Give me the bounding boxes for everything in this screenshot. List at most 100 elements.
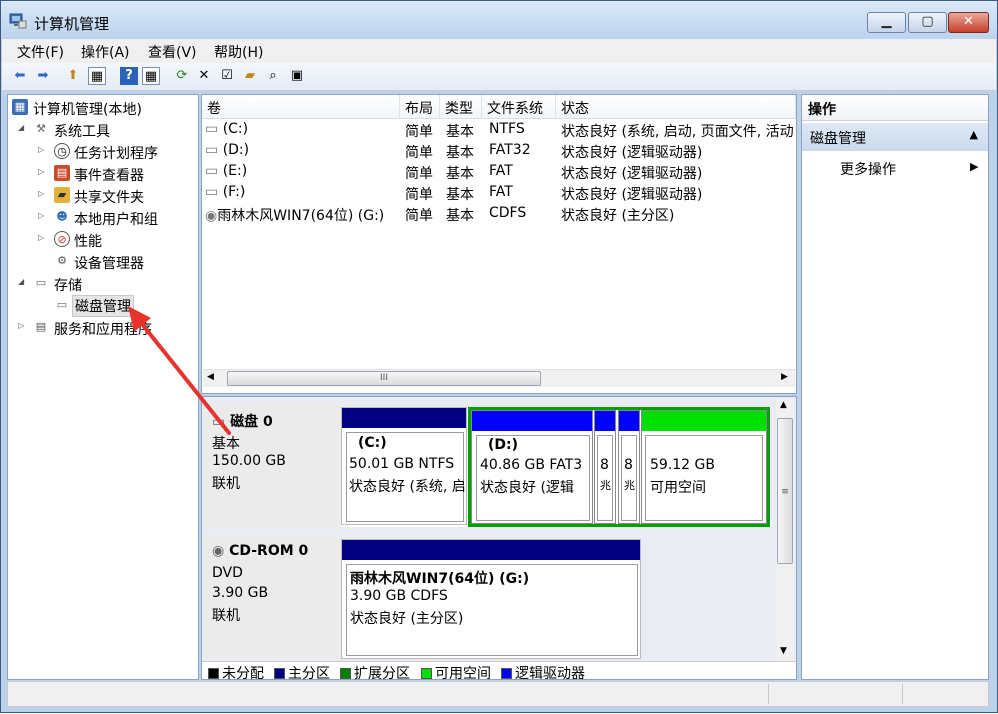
back-icon[interactable]: ⬅ (11, 67, 29, 85)
maximize-button[interactable]: ▢ (908, 12, 947, 33)
actions-section-disk-management[interactable]: 磁盘管理 ▲ (802, 123, 988, 151)
fs-cell: FAT (489, 163, 513, 179)
up-folder-icon[interactable]: ⬆ (64, 67, 82, 85)
tools-icon: ⚒ (36, 122, 46, 135)
expand-arrow-icon[interactable]: ◢ (18, 277, 28, 286)
cdrom0-name: CD-ROM 0 (229, 543, 309, 559)
disk-tool-icon[interactable]: ▣ (288, 67, 306, 85)
more-actions[interactable]: 更多操作 (840, 159, 896, 179)
menu-action[interactable]: 操作(A) (81, 42, 130, 62)
legend-logical: 逻辑驱动器 (501, 663, 585, 683)
collapse-arrow-icon[interactable]: ▷ (38, 167, 48, 176)
legend-label: 未分配 (222, 666, 264, 682)
cdrom0-title: ◉ CD-ROM 0 (212, 543, 308, 559)
status-cell: 状态良好 (主分区) (561, 208, 675, 224)
vertical-scrollbar[interactable]: ▲ ≡ ▼ (776, 398, 794, 660)
disk0-state: 联机 (212, 476, 240, 492)
volume-cell: ▭ (C:) (205, 121, 400, 137)
scroll-thumb[interactable]: ≡ (777, 418, 793, 564)
table-row[interactable]: ▭ (E:) 简单 基本 FAT 状态良好 (逻辑驱动器) (202, 162, 796, 183)
column-header-filesystem[interactable]: 文件系统 (482, 95, 556, 119)
legend-label: 主分区 (288, 666, 330, 682)
layout-cell: 简单 (405, 145, 433, 161)
type-cell: 基本 (446, 124, 474, 140)
table-row[interactable]: ◉雨林木风WIN7(64位) (G:) 简单 基本 CDFS 状态良好 (主分区… (202, 204, 796, 225)
extended-partition: (D:) 40.86 GB FAT3 状态良好 (逻辑 8 兆 8 兆 59.1… (468, 407, 770, 527)
partition-label: (C:) (358, 435, 387, 451)
menu-view[interactable]: 查看(V) (148, 42, 197, 62)
tree-label: 存储 (54, 278, 82, 294)
show-hide-action-pane-icon[interactable]: ▦ (142, 67, 160, 85)
partition-c[interactable]: (C:) 50.01 GB NTFS 状态良好 (系统, 启 (341, 407, 467, 525)
menu-help[interactable]: 帮助(H) (214, 42, 263, 62)
tree-label: 本地用户和组 (74, 212, 158, 228)
partition-size: 8 (600, 457, 609, 473)
maximize-icon: ▢ (921, 14, 934, 29)
close-icon: ✕ (963, 14, 974, 29)
expand-arrow-icon[interactable]: ◢ (18, 123, 28, 132)
partition-d[interactable]: (D:) 40.86 GB FAT3 状态良好 (逻辑 (471, 410, 593, 524)
legend-label: 扩展分区 (354, 666, 410, 682)
horizontal-scrollbar[interactable]: ◀ III ▶ (203, 369, 795, 387)
more-actions-label: 更多操作 (840, 162, 896, 178)
table-row[interactable]: ▭ (D:) 简单 基本 FAT32 状态良好 (逻辑驱动器) (202, 141, 796, 162)
open-folder-icon[interactable]: ▰ (241, 67, 259, 85)
collapse-arrow-icon[interactable]: ▷ (38, 233, 48, 242)
shared-folder-icon: ▰ (54, 187, 70, 203)
volume-name: (D:) (222, 142, 250, 158)
partition-f[interactable]: 8 兆 (618, 410, 640, 524)
minimize-button[interactable]: ▁ (867, 12, 906, 33)
properties-icon[interactable]: ☑ (218, 67, 236, 85)
menu-bar: 文件(F) 操作(A) 查看(V) 帮助(H) (2, 39, 996, 63)
column-header-volume[interactable]: 卷 (202, 95, 400, 119)
storage-icon: ▭ (35, 276, 47, 289)
disk0-partitions: (C:) 50.01 GB NTFS 状态良好 (系统, 启 (D:) 40.8… (341, 407, 771, 527)
scroll-down-icon[interactable]: ▼ (780, 646, 787, 656)
close-button[interactable]: ✕ (948, 12, 989, 33)
scroll-up-icon[interactable]: ▲ (780, 400, 787, 410)
legend-primary: 主分区 (274, 663, 330, 683)
title-bar[interactable]: 计算机管理 ▁ ▢ ✕ (1, 1, 997, 39)
scroll-left-icon[interactable]: ◀ (207, 372, 214, 382)
volume-name: (C:) (222, 121, 249, 137)
free-space[interactable]: 59.12 GB 可用空间 (641, 410, 767, 524)
column-header-layout[interactable]: 布局 (400, 95, 440, 119)
volume-name: (E:) (222, 163, 248, 179)
partition-size: 8 (624, 457, 633, 473)
partition-status: 兆 (624, 479, 635, 492)
collapse-up-icon[interactable]: ▲ (970, 128, 978, 141)
help-icon[interactable]: ? (120, 67, 138, 85)
type-cell: 基本 (446, 187, 474, 203)
column-header-type[interactable]: 类型 (440, 95, 482, 119)
scroll-right-icon[interactable]: ▶ (781, 372, 788, 382)
partition-size: 50.01 GB NTFS (349, 456, 455, 472)
cdrom0-state: 联机 (212, 608, 240, 624)
primary-partition-bar (342, 540, 640, 560)
partition-g[interactable]: 雨林木风WIN7(64位) (G:) 3.90 GB CDFS 状态良好 (主分… (341, 539, 641, 659)
disk0-info[interactable]: ▭ 磁盘 0 基本 150.00 GB 联机 (202, 403, 341, 527)
scroll-thumb[interactable]: III (227, 371, 541, 386)
legend-label: 逻辑驱动器 (515, 666, 585, 682)
collapse-arrow-icon[interactable]: ▷ (38, 189, 48, 198)
search-icon[interactable]: ⌕ (264, 67, 282, 85)
table-row[interactable]: ▭ (F:) 简单 基本 FAT 状态良好 (逻辑驱动器) (202, 183, 796, 204)
collapse-arrow-icon[interactable]: ▷ (38, 145, 48, 154)
partition-e[interactable]: 8 兆 (594, 410, 616, 524)
fs-cell: FAT32 (489, 142, 531, 158)
column-header-status[interactable]: 状态 (556, 95, 796, 119)
legend-free: 可用空间 (421, 663, 491, 683)
collapse-arrow-icon[interactable]: ▷ (38, 211, 48, 220)
navigation-tree: ▦ 计算机管理(本地) ◢ ⚒ 系统工具 ▷ ◷ 任务计划程序 ▷ ▤ 事件查看… (7, 94, 199, 680)
refresh-icon[interactable]: ⟳ (173, 67, 191, 85)
submenu-arrow-icon[interactable]: ▶ (970, 160, 978, 173)
services-icon: ▤ (35, 320, 47, 333)
collapse-arrow-icon[interactable]: ▷ (18, 321, 28, 330)
delete-icon[interactable]: ✕ (195, 67, 213, 85)
show-hide-tree-icon[interactable]: ▦ (88, 67, 106, 85)
cdrom0-info[interactable]: ◉ CD-ROM 0 DVD 3.90 GB 联机 (202, 535, 341, 659)
layout-cell: 简单 (405, 208, 433, 224)
type-cell: 基本 (446, 208, 474, 224)
forward-icon[interactable]: ➡ (34, 67, 52, 85)
menu-file[interactable]: 文件(F) (17, 42, 64, 62)
table-row[interactable]: ▭ (C:) 简单 基本 NTFS 状态良好 (系统, 启动, 页面文件, 活动 (202, 120, 796, 141)
